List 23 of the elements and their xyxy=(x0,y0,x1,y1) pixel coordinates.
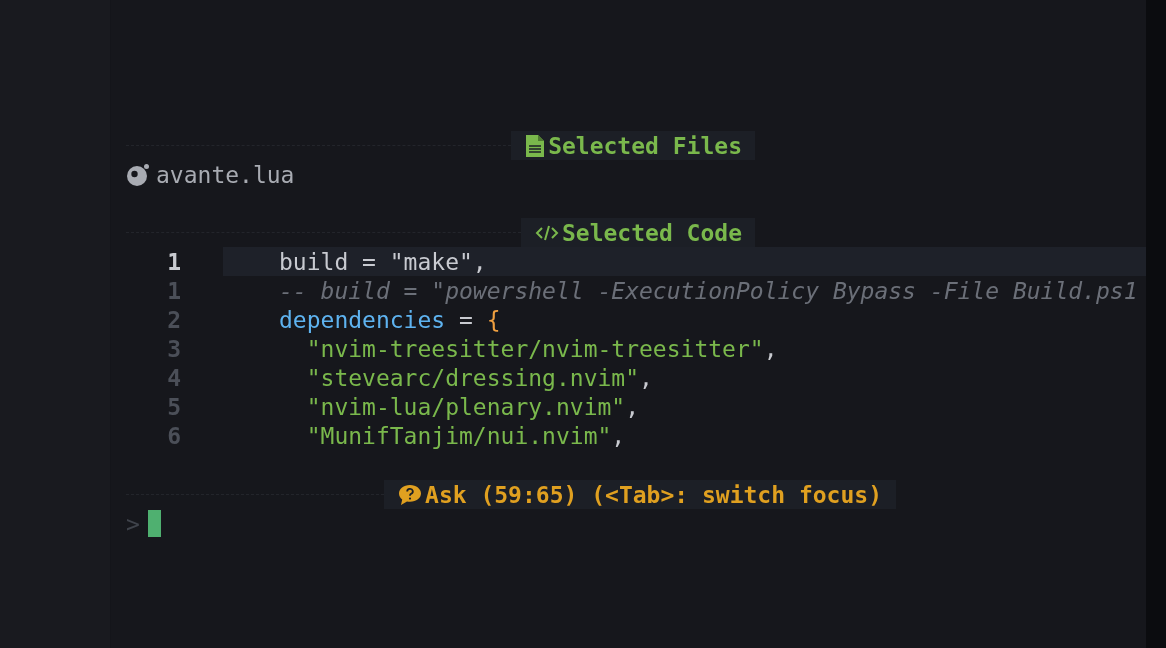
document-icon xyxy=(525,133,546,158)
code-line: "MunifTanjim/nui.nvim", xyxy=(305,421,627,450)
code-line: "stevearc/dressing.nvim", xyxy=(305,363,654,392)
line-number: 3 xyxy=(166,335,181,362)
line-number: 4 xyxy=(166,364,181,391)
text-cursor xyxy=(147,510,161,537)
code-line: "nvim-treesitter/nvim-treesitter", xyxy=(305,334,779,363)
line-number: 1 xyxy=(166,248,181,275)
line-number: 2 xyxy=(166,306,181,333)
line-number: 6 xyxy=(166,422,181,449)
prompt-symbol: > xyxy=(126,510,140,537)
file-name[interactable]: avante.lua xyxy=(156,161,295,188)
selected-files-header: Selected Files xyxy=(511,131,755,160)
selected-code-header: Selected Code xyxy=(521,218,755,247)
code-line: dependencies = { xyxy=(278,305,502,334)
code-icon xyxy=(535,223,559,242)
line-number: 5 xyxy=(166,393,181,420)
moon-icon xyxy=(126,162,150,187)
ask-header: Ask (59:65) (<Tab>: switch focus) xyxy=(384,480,896,509)
line-number: 1 xyxy=(166,277,181,304)
question-bubble-icon xyxy=(398,483,423,506)
code-line: "nvim-lua/plenary.nvim", xyxy=(305,392,641,421)
code-line: -- build = "powershell -ExecutionPolicy Bypass -File Build.ps1 xyxy=(278,276,1139,305)
